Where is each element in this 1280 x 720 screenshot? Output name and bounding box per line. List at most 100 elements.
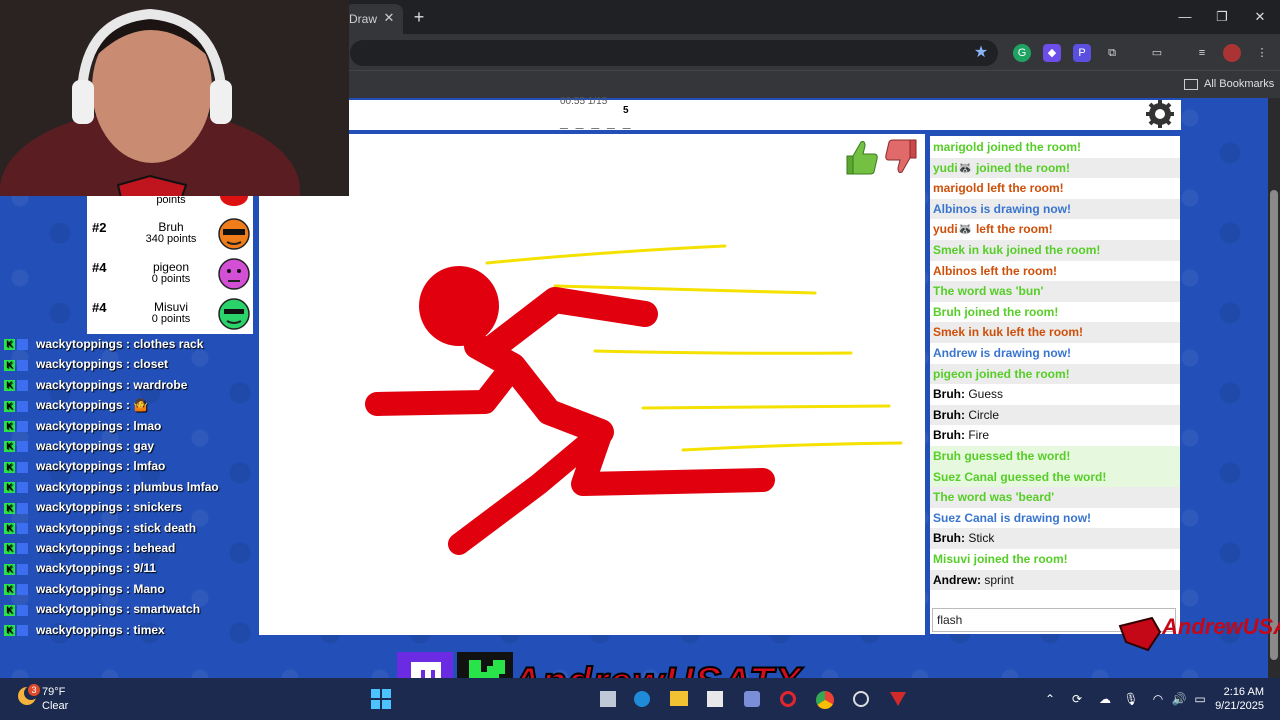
chat-badge-icon: [17, 441, 28, 453]
obs-icon[interactable]: [853, 691, 869, 707]
chat-username: Bruh:: [933, 407, 965, 422]
extensions-puzzle-icon[interactable]: ⧉: [1103, 44, 1121, 62]
word-length: 5: [623, 105, 629, 116]
weather-temperature[interactable]: 79°F: [42, 686, 65, 698]
clock-date[interactable]: 9/21/2025: [1212, 700, 1264, 712]
twitch-chat-user: wackytoppings: [36, 520, 123, 535]
chat-message: Bruh guessed the word!: [930, 446, 1180, 467]
chrome-icon[interactable]: [816, 691, 834, 709]
volume-icon[interactable]: 🔊: [1171, 691, 1187, 707]
chat-text: Albinos is drawing now!: [933, 201, 1071, 216]
player-rank: #2: [92, 220, 107, 235]
chat-badge-icon: [17, 461, 28, 473]
twitch-chat-message: lmfao: [133, 459, 166, 474]
minimize-button[interactable]: —: [1170, 6, 1200, 28]
twitch-chat-line: Kwackytoppings : behead: [4, 538, 175, 558]
maximize-button[interactable]: ❐: [1207, 6, 1237, 28]
kick-badge-icon: K: [4, 482, 15, 494]
chat-message: Albinos is drawing now!: [930, 198, 1180, 220]
chat-message: yudi🦝 joined the room!: [930, 157, 1180, 179]
twitch-chat-user: wackytoppings: [36, 377, 123, 392]
figure-back-arm: [365, 354, 525, 416]
media-control-icon[interactable]: ≡: [1193, 44, 1211, 62]
kick-badge-icon: K: [4, 339, 15, 351]
twitch-chat-user: wackytoppings: [36, 500, 123, 515]
twitch-chat-line: Kwackytoppings : plumbus lmfao: [4, 477, 219, 497]
chat-message: Bruh: Circle: [930, 404, 1180, 426]
bookmark-star-icon[interactable]: ★: [972, 44, 990, 62]
chat-message: marigold joined the room!: [930, 137, 1180, 158]
app-icon[interactable]: [744, 691, 760, 707]
kick-badge-icon: K: [4, 624, 15, 636]
chat-text: Andrew is drawing now!: [933, 346, 1072, 360]
weather-description[interactable]: Clear: [42, 700, 68, 712]
sync-icon[interactable]: ⟳: [1069, 691, 1085, 707]
all-bookmarks-label: All Bookmarks: [1204, 78, 1275, 90]
twitch-chat-overlay: Kwackytoppings : clothes rack Kwackytoppi…: [0, 320, 258, 642]
cast-icon[interactable]: ▭: [1148, 44, 1166, 62]
chat-message: Misuvi joined the room!: [930, 549, 1180, 570]
twitch-chat-user: wackytoppings: [36, 439, 123, 453]
p-extension-icon[interactable]: P: [1073, 44, 1091, 62]
twitch-chat-separator: :: [122, 622, 134, 637]
opera-icon[interactable]: [780, 691, 796, 707]
kick-badge-icon: K: [4, 584, 15, 596]
chat-badge-icon: [17, 502, 28, 514]
battery-icon[interactable]: ▭: [1192, 691, 1208, 707]
thumbs-down-icon[interactable]: [884, 138, 920, 176]
chat-username: Bruh:: [933, 387, 965, 402]
chat-message: Suez Canal is drawing now!: [930, 508, 1180, 529]
chevron-up-icon[interactable]: ⌃: [1042, 691, 1058, 707]
player-rank: #4: [92, 300, 107, 315]
new-tab-button[interactable]: +: [409, 6, 429, 28]
store-app-icon[interactable]: [707, 691, 723, 707]
chat-message: Bruh: Stick: [930, 528, 1180, 549]
chat-text: marigold left the room!: [933, 181, 1064, 196]
twitch-chat-user: wackytoppings: [36, 581, 123, 596]
close-window-button[interactable]: ✕: [1245, 6, 1275, 28]
chat-message: Andrew: sprint: [930, 569, 1180, 591]
cloud-icon[interactable]: ☁: [1097, 691, 1113, 707]
twitch-chat-separator: :: [122, 479, 134, 494]
shield-extension-icon[interactable]: ◆: [1043, 44, 1061, 62]
wifi-icon[interactable]: ◠: [1150, 691, 1166, 707]
microphone-icon[interactable]: 🎙: [1123, 691, 1139, 707]
scrollbar-thumb[interactable]: [1270, 190, 1278, 660]
grammarly-extension-icon[interactable]: G: [1013, 44, 1031, 62]
file-explorer-icon[interactable]: [600, 691, 616, 707]
kick-badge-icon: K: [4, 502, 15, 514]
profile-avatar-icon[interactable]: [1223, 44, 1241, 62]
kick-badge-icon: K: [4, 604, 15, 616]
chat-text: Smek in kuk left the room!: [933, 325, 1084, 340]
twitch-chat-separator: :: [122, 602, 134, 617]
chat-message: Albinos left the room!: [930, 261, 1180, 282]
player-points: 340 points: [145, 233, 197, 245]
clock-time[interactable]: 2:16 AM: [1216, 686, 1264, 698]
player-row: #2 Bruh 340 points: [87, 214, 253, 254]
all-bookmarks-button[interactable]: All Bookmarks: [1184, 74, 1274, 94]
player-avatar: [218, 218, 250, 250]
twitch-chat-line: Kwackytoppings : stick death: [4, 518, 196, 538]
twitch-chat-user: wackytoppings: [36, 541, 123, 555]
address-bar[interactable]: [350, 40, 998, 66]
chat-text: The word was 'beard': [933, 490, 1055, 505]
twitch-chat-line: Kwackytoppings : lmao: [4, 416, 161, 436]
twitch-chat-line: Kwackytoppings : wardrobe: [4, 375, 187, 395]
kick-badge-icon: K: [4, 543, 15, 555]
thumbs-up-icon[interactable]: [843, 138, 879, 176]
windows-start-icon[interactable]: [371, 689, 391, 709]
edge-browser-icon[interactable]: [634, 691, 650, 707]
channel-corner-text: AndrewUSATX: [1162, 614, 1280, 639]
figure-head: [419, 266, 499, 346]
drawing-canvas[interactable]: [259, 134, 925, 635]
kick-badge-icon: K: [4, 441, 15, 453]
folder-app-icon[interactable]: [670, 691, 688, 706]
close-tab-icon[interactable]: ✕: [379, 8, 399, 28]
settings-gear-icon[interactable]: [1142, 100, 1178, 128]
chat-text: Suez Canal is drawing now!: [933, 510, 1092, 525]
player-avatar: [218, 258, 250, 290]
chat-badge-icon: [17, 584, 28, 596]
more-menu-icon[interactable]: ⋮: [1253, 44, 1271, 62]
twitch-chat-message: 9/11: [133, 561, 157, 576]
twitch-chat-user: wackytoppings: [36, 602, 123, 617]
